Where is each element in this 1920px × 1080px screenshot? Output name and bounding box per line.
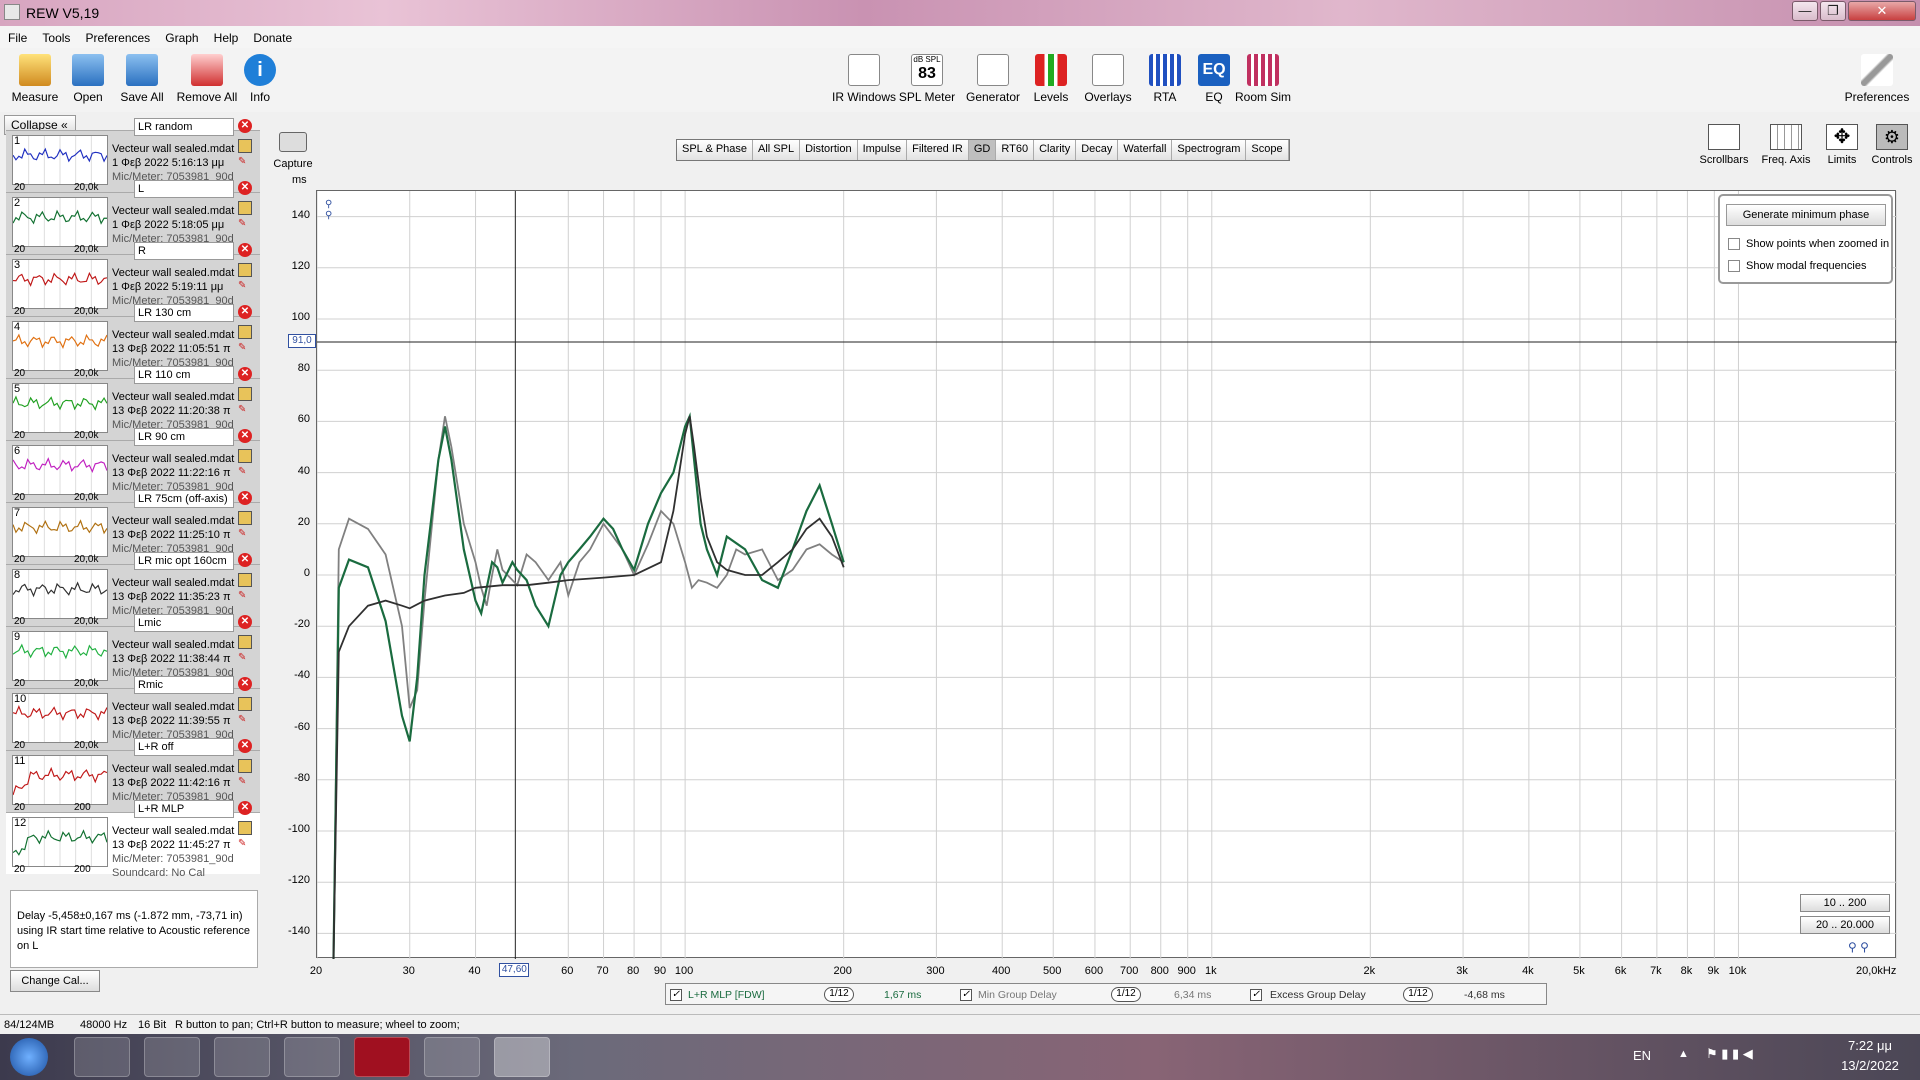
x-tick-label: 6k: [1614, 965, 1627, 977]
x-tick-labels: 20 30 40 60 70 80 90 100 200 300 400 500 600 700 800 90…: [0, 0, 1920, 1000]
bit-depth: 16 Bit: [138, 1019, 167, 1031]
x-tick-label: 200: [833, 965, 852, 977]
explorer-taskbar-icon[interactable]: [74, 1037, 130, 1077]
x-tick-label: 100: [674, 965, 694, 977]
memory-status: 84/124MB: [4, 1019, 55, 1031]
tray-icons[interactable]: ⚑ ▮ ▮ ◀: [1706, 1046, 1753, 1062]
legend-s1-value: 1,67 ms: [884, 989, 922, 1001]
generate-minimum-phase-button[interactable]: Generate minimum phase: [1726, 204, 1886, 226]
range-10-200-button[interactable]: 10 .. 200: [1800, 894, 1890, 912]
legend-s3-name: Excess Group Delay: [1270, 989, 1366, 1001]
rew-taskbar-icon[interactable]: [494, 1037, 550, 1077]
chrome-taskbar-icon[interactable]: [144, 1037, 200, 1077]
status-hint: R button to pan; Ctrl+R button to measur…: [175, 1019, 460, 1031]
checkbox-icon: [1728, 260, 1740, 273]
sample-rate: 48000 Hz: [80, 1019, 128, 1031]
browser-taskbar-icon[interactable]: [284, 1037, 340, 1077]
x-tick-label: 10k: [1728, 965, 1747, 977]
legend-bar: ✓ L+R MLP [FDW] 1/12 1,67 ms ✓ Min Group…: [665, 983, 1547, 1005]
legend-s2-value: 6,34 ms: [1174, 989, 1212, 1001]
legend-s1-name: L+R MLP [FDW]: [688, 989, 765, 1001]
show-points-checkbox[interactable]: Show points when zoomed in: [1728, 238, 1889, 251]
x-tick-label: 300: [926, 965, 945, 977]
check-icon: ✓: [1250, 989, 1262, 1002]
x-tick-label: 400: [992, 965, 1011, 977]
x-tick-label: 5k: [1573, 965, 1585, 977]
opera-taskbar-icon[interactable]: [214, 1037, 270, 1077]
x-tick-label: 20: [309, 965, 323, 977]
y-cursor-readout: 91,0: [288, 334, 316, 349]
x-tick-label: 2k: [1363, 965, 1376, 977]
check-icon: ✓: [960, 989, 972, 1002]
x-tick-label: 30: [402, 965, 415, 977]
check-icon: ✓: [670, 989, 682, 1002]
clock-date: 13/2/2022: [1841, 1058, 1899, 1073]
legend-s2-checkbox[interactable]: ✓: [960, 989, 972, 1002]
controls-box: Generate minimum phase Show points when …: [1718, 194, 1893, 284]
legend-s1-checkbox[interactable]: ✓: [670, 989, 682, 1002]
x-tick-label: 600: [1084, 965, 1104, 977]
start-button[interactable]: [10, 1038, 48, 1076]
zoom-x-icon[interactable]: ⚲ ⚲: [1848, 940, 1869, 954]
app-taskbar-icon[interactable]: [354, 1037, 410, 1077]
paint-taskbar-icon[interactable]: [424, 1037, 480, 1077]
range-20-20000-button[interactable]: 20 .. 20.000: [1800, 916, 1890, 934]
x-cursor-readout: 47,60: [499, 963, 530, 977]
x-tick-label: 3k: [1456, 965, 1468, 977]
clock-time: 7:22 μμ: [1848, 1038, 1892, 1053]
x-tick-label: 40: [468, 965, 481, 977]
x-tick-label: 500: [1043, 965, 1062, 977]
x-tick-label: 20,0kHz: [1856, 965, 1897, 977]
language-indicator[interactable]: EN: [1633, 1048, 1651, 1063]
taskbar: EN ▲ ⚑ ▮ ▮ ◀ 7:22 μμ 13/2/2022: [0, 1034, 1920, 1080]
x-tick-label: 4k: [1522, 965, 1534, 977]
legend-s3-checkbox[interactable]: ✓: [1250, 989, 1262, 1002]
x-tick-label: 1k: [1204, 965, 1217, 977]
status-bar: 84/124MB 48000 Hz 16 Bit R button to pan…: [0, 1014, 1920, 1034]
legend-s1-smoothing[interactable]: 1/12: [824, 987, 854, 1002]
legend-s2-smoothing[interactable]: 1/12: [1111, 987, 1141, 1002]
tray-expand-icon[interactable]: ▲: [1678, 1048, 1689, 1060]
x-tick-label: 60: [561, 965, 574, 977]
legend-s2-name: Min Group Delay: [978, 989, 1057, 1001]
checkbox-icon: [1728, 238, 1740, 251]
legend-s3-smoothing[interactable]: 1/12: [1403, 987, 1433, 1002]
show-modal-checkbox[interactable]: Show modal frequencies: [1728, 260, 1866, 273]
legend-s3-value: -4,68 ms: [1464, 989, 1505, 1001]
